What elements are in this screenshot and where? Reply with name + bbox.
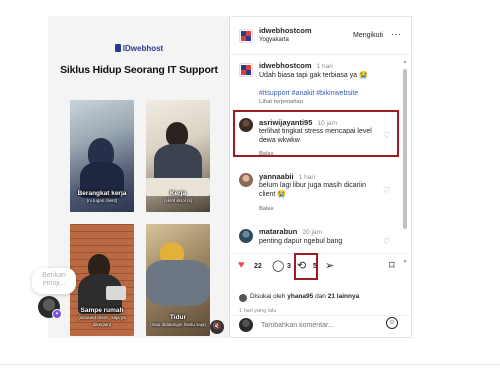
account-username[interactable]: idwebhostcom <box>259 26 312 35</box>
comments-count: 3 <box>287 263 291 270</box>
photo-caption: Kerja (skrol skrol ni) <box>163 190 192 203</box>
media-photo-sleep: Tidur (mau didatangin hantu saja) <box>146 224 210 336</box>
liked-by-line: Disukai oleh yhana95 dan 21 lainnya <box>250 293 359 300</box>
media-title: Siklus Hidup Seorang IT Support <box>60 64 218 76</box>
highlight-box-repost <box>294 253 318 280</box>
mute-icon[interactable]: 🔇 <box>210 320 224 334</box>
caption-username[interactable]: idwebhostcom <box>259 61 312 70</box>
see-translation-link[interactable]: Lihat terjemahan <box>259 99 303 105</box>
post-details-panel: idwebhostcom Yogyakarta Mengikuti ··· id… <box>231 16 412 338</box>
highlight-box-comment <box>233 110 399 157</box>
instagram-post-viewer: IDwebhost Siklus Hidup Seorang IT Suppor… <box>0 0 500 376</box>
media-photo-work: Kerja (skrol skrol ni) <box>146 100 210 212</box>
liked-by-prefix: Disukai oleh <box>250 293 286 300</box>
comment-like-icon[interactable]: ♡ <box>383 186 390 195</box>
photo-caption: Berangkat kerja (ni tugas client) <box>77 190 127 203</box>
emoji-picker-icon[interactable]: ☺ <box>386 317 398 329</box>
comment-divider <box>231 315 412 316</box>
post-header: idwebhostcom Yogyakarta Mengikuti ··· <box>231 17 412 55</box>
like-heart-icon[interactable]: ♥ <box>238 259 245 271</box>
post-location[interactable]: Yogyakarta <box>259 37 289 43</box>
liked-by-joiner: dan <box>315 293 326 300</box>
caption-text: Udah biasa tapi gak terbiasa ya 😭 <box>259 72 368 79</box>
post-media[interactable]: IDwebhost Siklus Hidup Seorang IT Suppor… <box>48 16 230 338</box>
actions-divider <box>231 253 412 254</box>
more-options-icon[interactable]: ··· <box>391 29 402 39</box>
comment-username-line: matarabun 20 jam <box>259 227 322 236</box>
scroll-thumb[interactable] <box>403 69 407 229</box>
media-brand-text: IDwebhost <box>122 44 164 53</box>
media-brand: IDwebhost <box>48 44 230 53</box>
comment-bubble-icon[interactable]: ◯ <box>272 259 284 272</box>
share-send-icon[interactable]: ➢ <box>325 259 334 272</box>
commenter-avatar[interactable] <box>239 173 253 187</box>
photo-caption: Sampe rumah (inbound client , saja ya dik… <box>78 307 126 327</box>
comment-text: belum lagi libur juga masih dicariin cli… <box>259 182 366 198</box>
liker-avatar <box>239 294 247 302</box>
caption-username-line: idwebhostcom 1 hari <box>259 61 333 70</box>
emoji-reaction-prompt[interactable]: Berikan emoji... <box>32 268 76 294</box>
media-photo-home: Sampe rumah (inbound client , saja ya dik… <box>70 224 134 336</box>
scroll-down-icon[interactable]: ▼ <box>402 259 408 265</box>
comment-text: penting dapur ngebul bang <box>259 238 343 245</box>
caption-hashtags[interactable]: #itsupport #anakit #bikinwebsite <box>259 90 358 97</box>
comment-username-line: yannaabii 1 hari <box>259 172 315 181</box>
comments-scrollbar[interactable]: ▲ ▼ <box>402 59 408 267</box>
commenter-avatar[interactable] <box>239 229 253 243</box>
likes-count: 22 <box>254 263 262 270</box>
comment-username[interactable]: matarabun <box>259 227 297 236</box>
comment-username[interactable]: yannaabii <box>259 172 294 181</box>
photo-caption: Tidur (mau didatangin hantu saja) <box>150 314 206 327</box>
liked-by-user[interactable]: yhana95 <box>287 293 313 300</box>
caption-time: 1 hari <box>316 63 333 70</box>
emoji-badge-icon: ✦ <box>52 309 62 319</box>
add-comment-input[interactable] <box>261 322 371 329</box>
account-avatar[interactable] <box>239 29 253 43</box>
comment-time: 1 hari <box>298 174 315 181</box>
comment-like-icon[interactable]: ♡ <box>383 237 390 246</box>
caption-avatar[interactable] <box>239 63 253 77</box>
brand-logo-icon <box>114 44 121 52</box>
media-photo-commute: Berangkat kerja (ni tugas client) <box>70 100 134 212</box>
comment-time: 20 jam <box>302 229 322 236</box>
current-user-avatar <box>239 318 253 332</box>
save-bookmark-icon[interactable]: ⌑ <box>389 259 395 272</box>
page-divider <box>0 364 500 365</box>
posted-ago: 1 hari yang lalu <box>239 308 277 314</box>
liked-by-others[interactable]: 21 lainnya <box>328 293 359 300</box>
following-button[interactable]: Mengikuti <box>353 32 383 39</box>
reply-link[interactable]: Balas <box>259 206 274 212</box>
scroll-up-icon[interactable]: ▲ <box>402 59 408 65</box>
